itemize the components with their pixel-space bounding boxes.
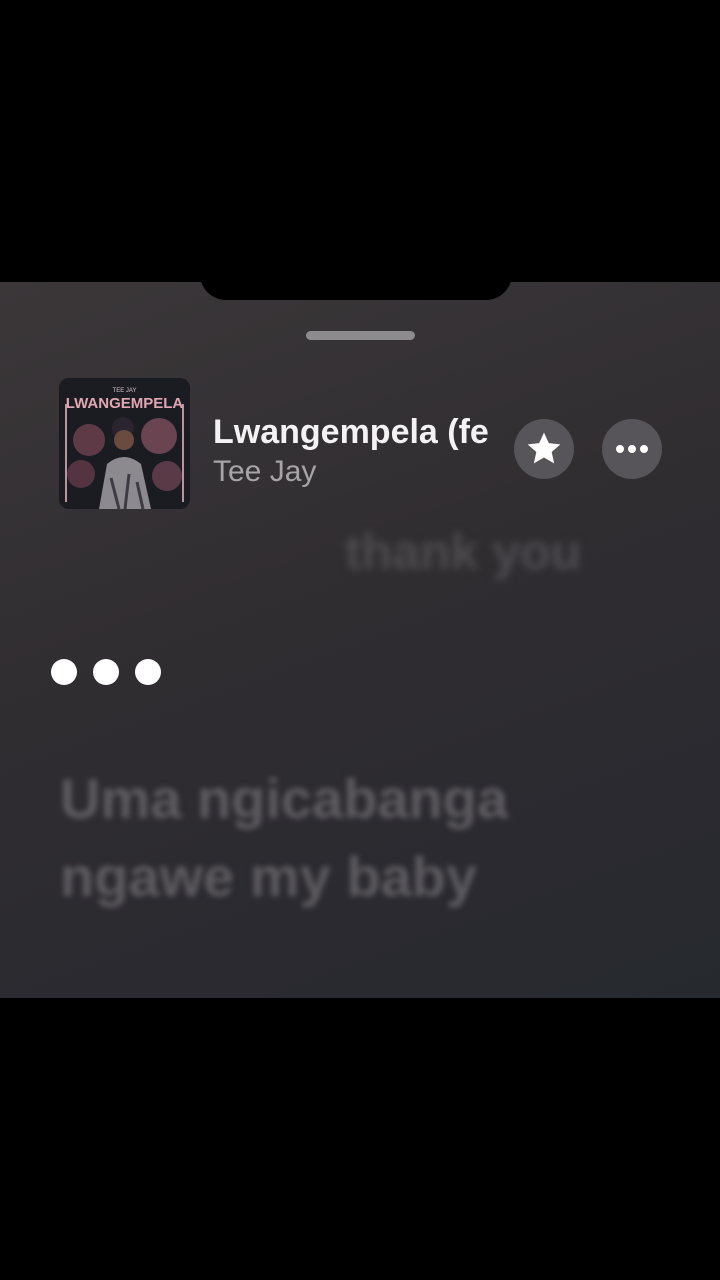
song-title[interactable]: Lwangempela (fe — [213, 410, 505, 454]
lyric-line-previous[interactable]: thank you — [345, 522, 581, 582]
now-playing-sheet: TEE JAY LWANGEMPELA Lwangempela (fe Tee … — [0, 282, 720, 998]
artwork-album-label: LWANGEMPELA — [66, 395, 184, 412]
more-options-button[interactable] — [602, 419, 662, 479]
device-notch — [200, 262, 512, 300]
indicator-dot — [135, 659, 161, 685]
sheet-grabber[interactable] — [306, 331, 415, 340]
star-icon — [527, 432, 561, 464]
favorite-button[interactable] — [514, 419, 574, 479]
artwork-artist-label: TEE JAY — [113, 388, 137, 394]
album-artwork-image: TEE JAY LWANGEMPELA — [59, 378, 190, 509]
artist-name[interactable]: Tee Jay — [213, 452, 316, 492]
screen: TEE JAY LWANGEMPELA Lwangempela (fe Tee … — [0, 0, 720, 1280]
indicator-dot — [93, 659, 119, 685]
indicator-dot — [51, 659, 77, 685]
lyric-line-next[interactable]: Uma ngicabanga ngawe my baby — [60, 760, 620, 916]
instrumental-indicator — [51, 659, 161, 685]
album-artwork[interactable]: TEE JAY LWANGEMPELA — [59, 378, 190, 509]
ellipsis-icon — [616, 445, 648, 453]
